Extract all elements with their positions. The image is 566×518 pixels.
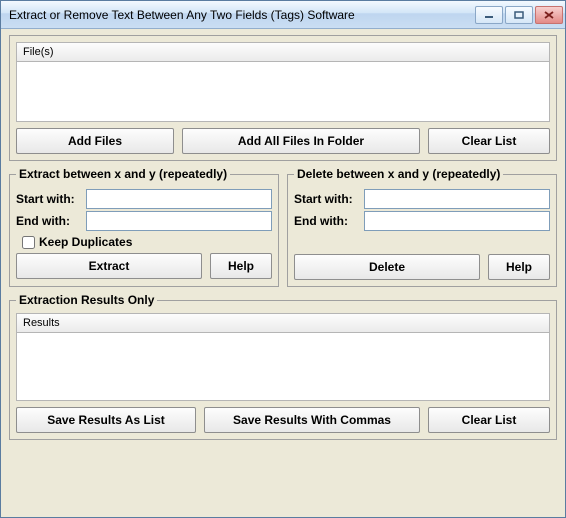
results-button-row: Save Results As List Save Results With C…: [16, 407, 550, 433]
delete-start-row: Start with:: [294, 189, 550, 209]
extract-action-row: Extract Help: [16, 253, 272, 279]
delete-legend: Delete between x and y (repeatedly): [294, 167, 503, 181]
save-results-with-commas-button[interactable]: Save Results With Commas: [204, 407, 420, 433]
files-button-row: Add Files Add All Files In Folder Clear …: [16, 128, 550, 154]
app-window: Extract or Remove Text Between Any Two F…: [0, 0, 566, 518]
minimize-icon: [484, 11, 494, 19]
extract-start-row: Start with:: [16, 189, 272, 209]
keep-duplicates-checkbox[interactable]: [22, 236, 35, 249]
client-area: File(s) Add Files Add All Files In Folde…: [1, 29, 565, 517]
files-list[interactable]: [16, 62, 550, 122]
titlebar: Extract or Remove Text Between Any Two F…: [1, 1, 565, 29]
files-list-header: File(s): [16, 42, 550, 62]
window-controls: [475, 6, 563, 24]
close-button[interactable]: [535, 6, 563, 24]
results-list[interactable]: [16, 333, 550, 401]
extract-end-label: End with:: [16, 214, 80, 228]
keep-duplicates-label: Keep Duplicates: [39, 235, 132, 249]
window-title: Extract or Remove Text Between Any Two F…: [9, 8, 475, 22]
delete-start-label: Start with:: [294, 192, 358, 206]
maximize-button[interactable]: [505, 6, 533, 24]
delete-group: Delete between x and y (repeatedly) Star…: [287, 167, 557, 287]
files-group: File(s) Add Files Add All Files In Folde…: [9, 35, 557, 161]
save-results-as-list-button[interactable]: Save Results As List: [16, 407, 196, 433]
delete-help-button[interactable]: Help: [488, 254, 550, 280]
results-group: Extraction Results Only Results Save Res…: [9, 293, 557, 440]
extract-help-button[interactable]: Help: [210, 253, 272, 279]
extract-delete-row: Extract between x and y (repeatedly) Sta…: [9, 167, 557, 287]
add-all-files-in-folder-button[interactable]: Add All Files In Folder: [182, 128, 420, 154]
delete-end-label: End with:: [294, 214, 358, 228]
clear-files-list-button[interactable]: Clear List: [428, 128, 550, 154]
delete-end-input[interactable]: [364, 211, 550, 231]
delete-end-row: End with:: [294, 211, 550, 231]
delete-action-row: Delete Help: [294, 254, 550, 280]
extract-group: Extract between x and y (repeatedly) Sta…: [9, 167, 279, 287]
results-list-header: Results: [16, 313, 550, 333]
keep-duplicates-row: Keep Duplicates: [22, 235, 272, 249]
minimize-button[interactable]: [475, 6, 503, 24]
extract-end-row: End with:: [16, 211, 272, 231]
extract-legend: Extract between x and y (repeatedly): [16, 167, 230, 181]
extract-start-label: Start with:: [16, 192, 80, 206]
clear-results-list-button[interactable]: Clear List: [428, 407, 550, 433]
extract-start-input[interactable]: [86, 189, 272, 209]
delete-spacer: [294, 233, 550, 254]
maximize-icon: [514, 11, 524, 19]
close-icon: [544, 11, 554, 19]
delete-button[interactable]: Delete: [294, 254, 480, 280]
delete-start-input[interactable]: [364, 189, 550, 209]
add-files-button[interactable]: Add Files: [16, 128, 174, 154]
extract-end-input[interactable]: [86, 211, 272, 231]
results-legend: Extraction Results Only: [16, 293, 157, 307]
extract-button[interactable]: Extract: [16, 253, 202, 279]
